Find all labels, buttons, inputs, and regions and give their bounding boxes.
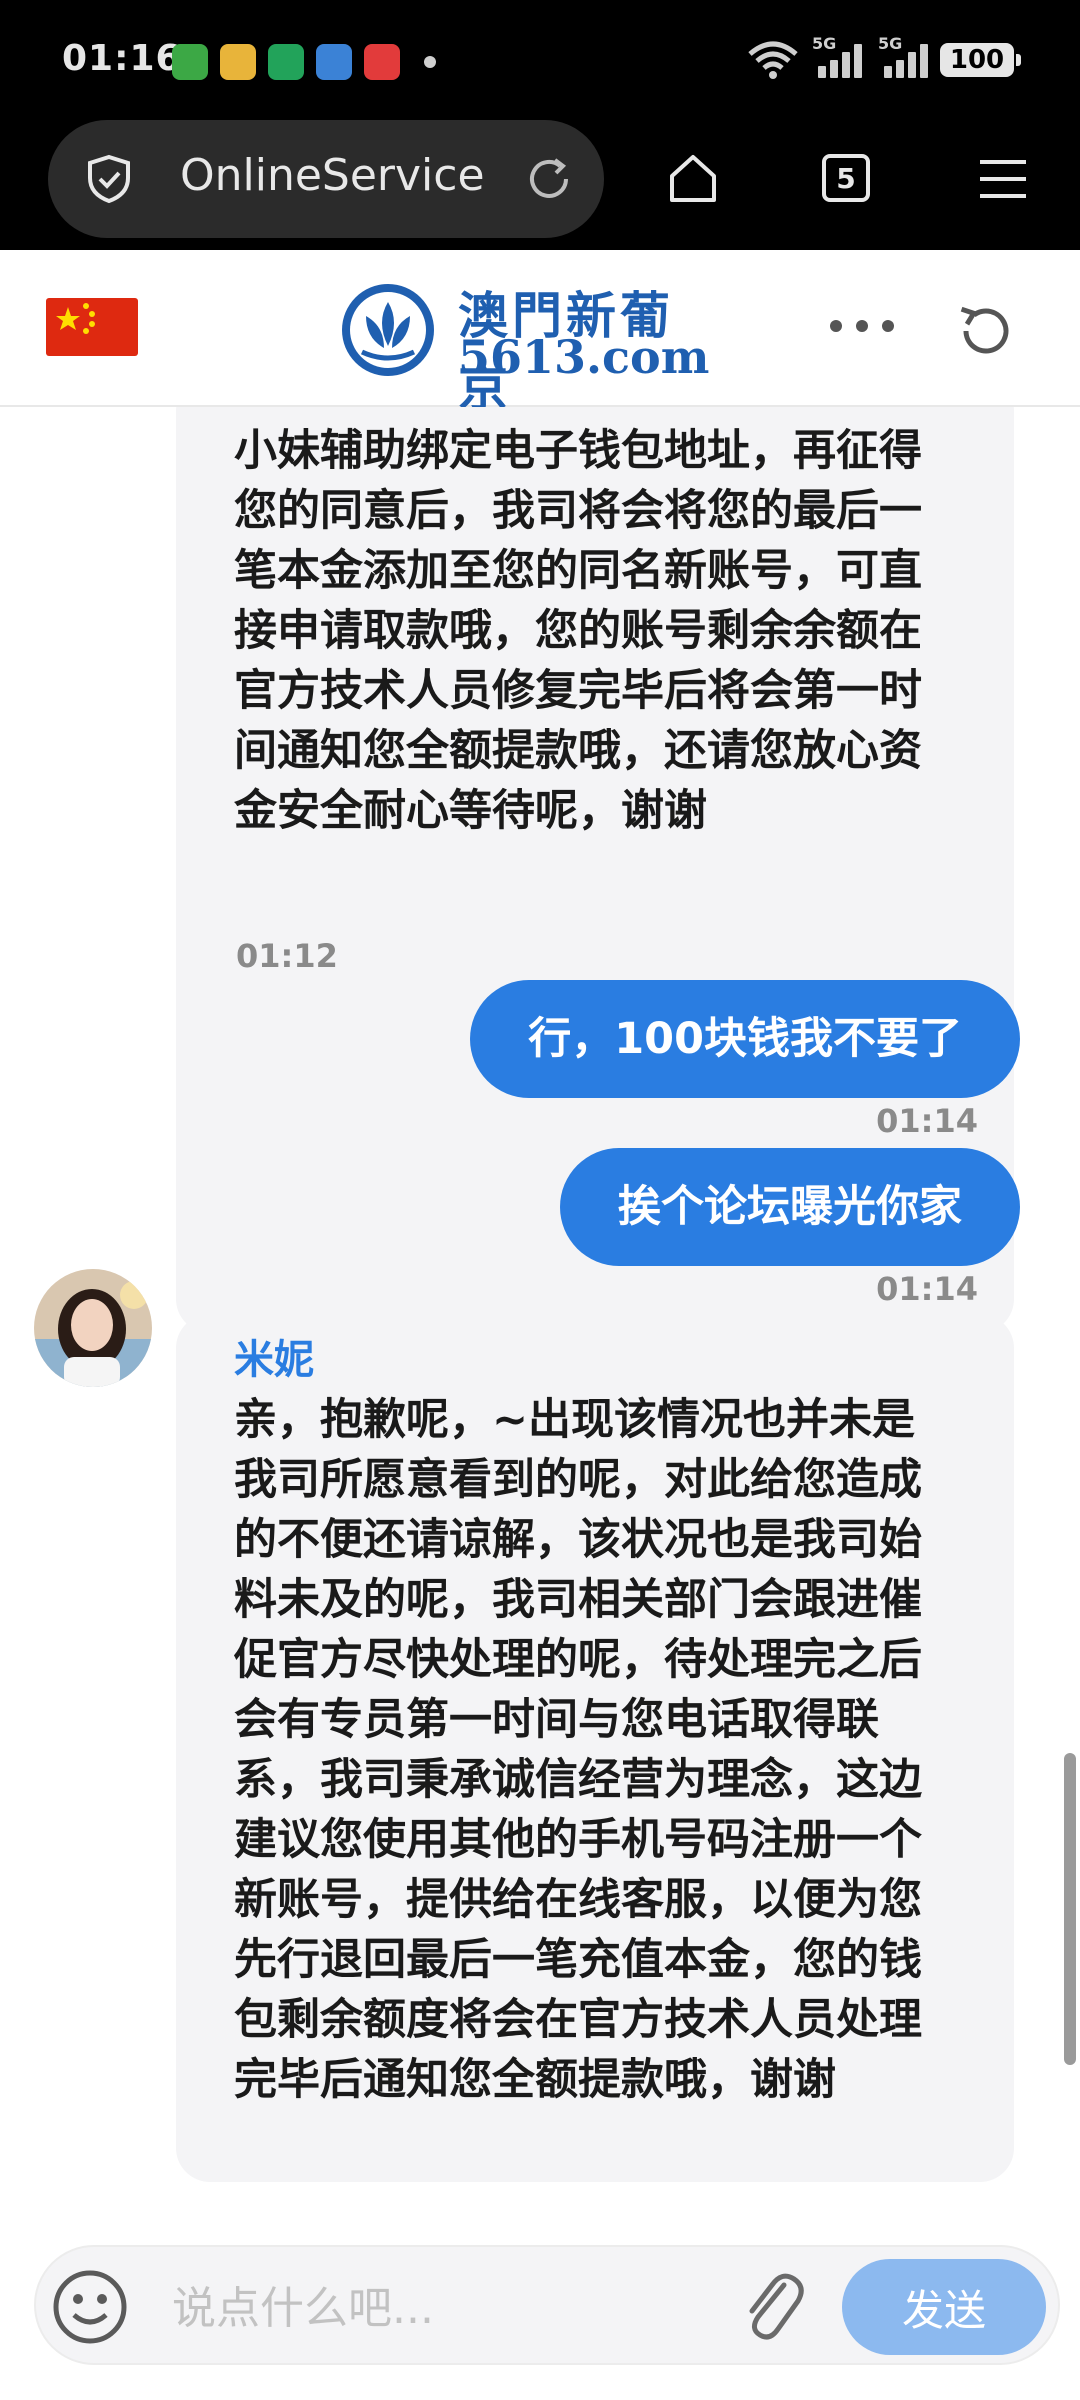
message-timestamp: 01:14 — [876, 1102, 978, 1140]
site-logo[interactable]: 澳門新葡京 5613.com — [340, 276, 720, 417]
outgoing-message-bubble: 行，100块钱我不要了 — [470, 980, 1020, 1098]
message-composer: 发送 — [34, 2245, 1060, 2365]
url-text[interactable]: OnlineService — [180, 150, 485, 201]
cell-signal-icon: 5G — [812, 34, 862, 78]
browser-app-icon — [316, 44, 352, 80]
reload-icon[interactable] — [522, 152, 576, 206]
message-text: 亲，抱歉呢，~出现该情况也并未是我司所愿意看到的呢，对此给您造成的不便还请谅解，… — [234, 1395, 922, 2105]
outgoing-message-bubble: 挨个论坛曝光你家 — [560, 1148, 1020, 1266]
message-app-icon — [172, 44, 208, 80]
message-timestamp: 01:14 — [876, 1270, 978, 1308]
chat-scrollbar[interactable] — [1064, 1753, 1076, 2065]
emoji-icon[interactable] — [50, 2267, 130, 2347]
china-flag-icon[interactable] — [46, 298, 138, 356]
message-timestamp: 01:12 — [236, 937, 338, 975]
logo-domain-text: 5613.com — [458, 330, 710, 384]
food-app-icon — [220, 44, 256, 80]
agent-avatar[interactable] — [34, 1269, 152, 1387]
network-type-label: 5G — [812, 34, 837, 53]
status-bar: 01:16 5G 5G 100 — [0, 0, 1080, 120]
tab-count-button[interactable]: 5 — [822, 154, 870, 202]
send-button[interactable]: 发送 — [842, 2259, 1046, 2355]
message-input[interactable] — [170, 2277, 734, 2339]
battery-indicator: 100 — [940, 43, 1021, 77]
sender-name: 米妮 — [234, 1337, 314, 1383]
chat-message-list[interactable]: 小妹辅助绑定电子钱包地址，再征得您的同意后，我司将会将您的最后一笔本金添加至您的… — [0, 407, 1080, 2245]
cell-signal-icon: 5G — [878, 34, 928, 78]
incoming-message-bubble: 米妮 亲，抱歉呢，~出现该情况也并未是我司所愿意看到的呢，对此给您造成的不便还请… — [176, 1314, 1014, 2182]
status-time: 01:16 — [62, 38, 182, 79]
shield-check-icon[interactable] — [84, 154, 134, 204]
browser-toolbar: OnlineService 5 — [0, 120, 1080, 250]
site-header: 澳門新葡京 5613.com — [0, 250, 1080, 417]
more-options-icon[interactable] — [830, 320, 894, 332]
network-type-label: 5G — [878, 34, 903, 53]
more-notifications-dot — [424, 56, 436, 68]
message-text: 小妹辅助绑定电子钱包地址，再征得您的同意后，我司将会将您的最后一笔本金添加至您的… — [234, 426, 922, 836]
message-text: 挨个论坛曝光你家 — [618, 1182, 962, 1232]
news-app-icon — [364, 44, 400, 80]
wifi-icon — [748, 41, 798, 79]
home-icon[interactable] — [664, 150, 722, 208]
address-bar[interactable]: OnlineService — [48, 120, 604, 238]
menu-icon[interactable] — [974, 150, 1032, 208]
message-text: 行，100块钱我不要了 — [528, 1014, 962, 1064]
battery-app-icon — [268, 44, 304, 80]
attachment-icon[interactable] — [736, 2267, 810, 2347]
lotus-logo-icon — [342, 284, 434, 376]
refresh-icon[interactable] — [952, 298, 1018, 364]
